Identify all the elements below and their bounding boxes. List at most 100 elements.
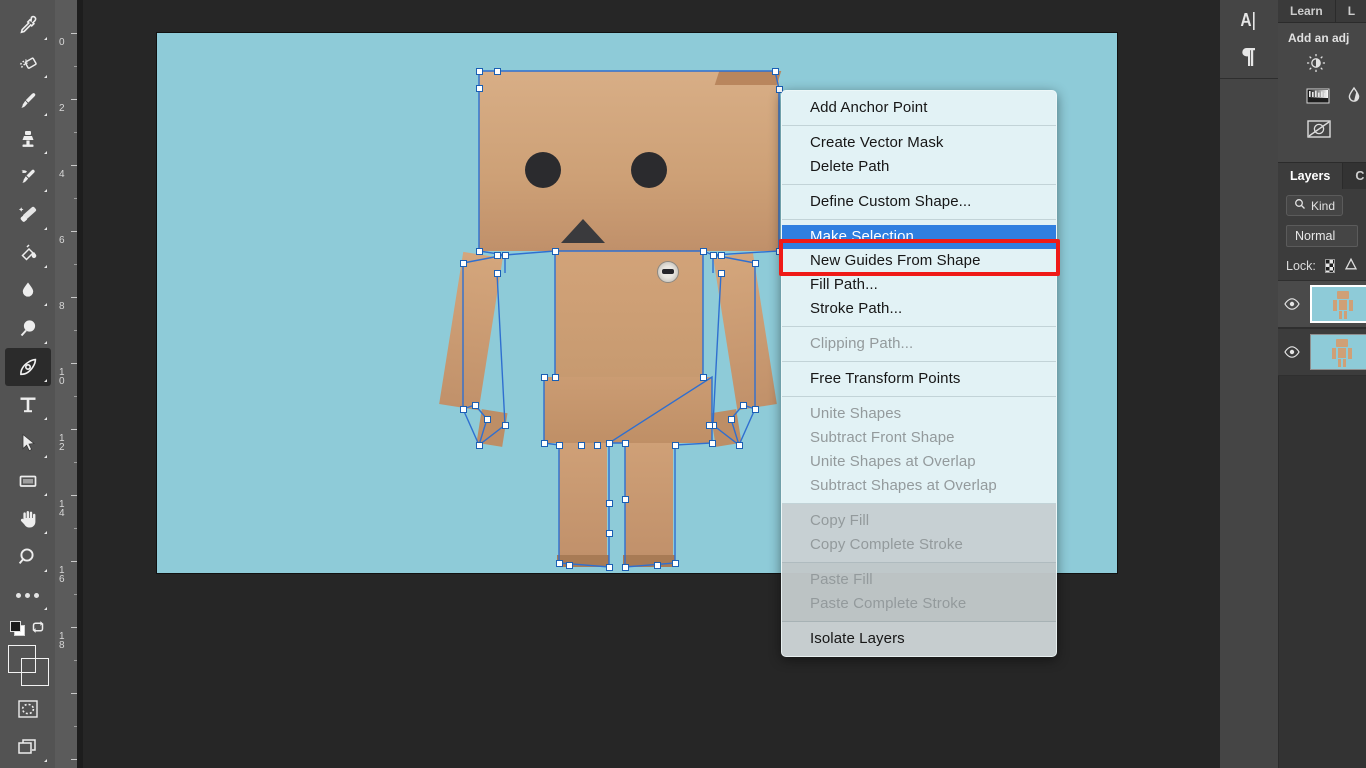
dodge-tool[interactable] [5,310,51,348]
path-anchor-point[interactable] [672,442,679,449]
blur-tool[interactable] [5,272,51,310]
path-anchor-point[interactable] [556,560,563,567]
menu-item-isolate-layers[interactable]: Isolate Layers [782,627,1056,651]
path-anchor-point[interactable] [606,530,613,537]
path-anchor-point[interactable] [566,562,573,569]
path-anchor-point[interactable] [552,248,559,255]
paragraph-panel-icon[interactable] [1234,44,1264,70]
layer-list[interactable] [1278,280,1366,376]
path-anchor-point[interactable] [752,406,759,413]
path-anchor-point[interactable] [728,416,735,423]
path-anchor-point[interactable] [460,406,467,413]
path-anchor-point[interactable] [654,562,661,569]
path-anchor-point[interactable] [578,442,585,449]
tab-channels[interactable]: C [1343,163,1366,189]
path-anchor-point[interactable] [476,442,483,449]
path-anchor-point[interactable] [709,440,716,447]
layers-panel: Layers C Kind Normal [1278,163,1366,376]
layer-visibility-eye-icon[interactable] [1284,298,1300,310]
lock-image-pixels-icon[interactable] [1344,257,1358,274]
path-anchor-point[interactable] [606,564,613,571]
path-anchor-point[interactable] [484,416,491,423]
layer-kind-filter[interactable]: Kind [1286,195,1343,216]
layer-thumbnail[interactable] [1310,334,1366,370]
path-anchor-point[interactable] [594,442,601,449]
path-anchor-point[interactable] [622,496,629,503]
rectangle-tool[interactable] [5,462,51,500]
menu-item-unite-shapes-at-overlap: Unite Shapes at Overlap [782,450,1056,474]
eyedropper-tool[interactable] [5,6,51,44]
path-anchor-point[interactable] [606,500,613,507]
zoom-tool[interactable] [5,538,51,576]
menu-item-create-vector-mask[interactable]: Create Vector Mask [782,131,1056,155]
path-anchor-point[interactable] [700,374,707,381]
path-anchor-point[interactable] [494,270,501,277]
path-context-menu[interactable]: Add Anchor Point Create Vector MaskDelete… [781,90,1057,657]
brush-tool[interactable] [5,82,51,120]
path-selection-tool[interactable] [5,424,51,462]
lock-transparent-pixels-icon[interactable] [1325,259,1335,273]
path-anchor-point[interactable] [541,440,548,447]
screen-mode-button[interactable] [5,728,51,766]
menu-item-delete-path[interactable]: Delete Path [782,155,1056,179]
levels-icon[interactable] [1306,87,1330,110]
type-tool[interactable] [5,386,51,424]
path-anchor-point[interactable] [718,252,725,259]
path-anchor-point[interactable] [736,442,743,449]
path-anchor-point[interactable] [740,402,747,409]
path-anchor-point[interactable] [710,252,717,259]
layer-visibility-eye-icon[interactable] [1284,346,1300,358]
path-anchor-point[interactable] [494,68,501,75]
path-anchor-point[interactable] [718,270,725,277]
history-brush-tool[interactable] [5,158,51,196]
path-anchor-point[interactable] [476,85,483,92]
menu-item-define-custom-shape[interactable]: Define Custom Shape... [782,190,1056,214]
path-anchor-point[interactable] [700,248,707,255]
path-anchor-point[interactable] [556,442,563,449]
table-row[interactable] [1278,328,1366,376]
menu-item-free-transform-points[interactable]: Free Transform Points [782,367,1056,391]
tab-libraries[interactable]: L [1336,0,1366,22]
menu-item-copy-fill: Copy Fill [782,509,1056,533]
blend-mode-select[interactable]: Normal [1286,225,1358,247]
path-anchor-point[interactable] [460,260,467,267]
curves-icon[interactable] [1344,86,1364,111]
edit-toolbar-button[interactable] [5,576,51,614]
path-anchor-point[interactable] [606,440,613,447]
tab-learn[interactable]: Learn [1278,0,1336,22]
path-anchor-point[interactable] [502,422,509,429]
foreground-color-swatch[interactable] [8,645,36,673]
pen-tool[interactable] [5,348,51,386]
table-row[interactable] [1278,280,1366,328]
tab-layers[interactable]: Layers [1278,163,1343,189]
path-anchor-point[interactable] [472,402,479,409]
hand-tool[interactable] [5,500,51,538]
path-anchor-point[interactable] [622,564,629,571]
character-panel-icon[interactable] [1234,8,1264,34]
path-anchor-point[interactable] [672,560,679,567]
brightness-contrast-icon[interactable] [1306,53,1326,78]
path-anchor-point[interactable] [541,374,548,381]
path-anchor-point[interactable] [772,68,779,75]
path-anchor-point[interactable] [476,68,483,75]
path-anchor-point[interactable] [476,248,483,255]
path-anchor-point[interactable] [752,260,759,267]
path-anchor-point[interactable] [706,422,713,429]
menu-item-fill-path[interactable]: Fill Path... [782,273,1056,297]
menu-group: Clipping Path... [782,327,1056,362]
path-anchor-point[interactable] [494,252,501,259]
path-anchor-point[interactable] [502,252,509,259]
patch-tool[interactable] [5,44,51,82]
exposure-icon[interactable] [1306,119,1332,144]
default-colors-icon[interactable] [10,621,26,637]
path-anchor-point[interactable] [622,440,629,447]
path-anchor-point[interactable] [552,374,559,381]
menu-item-stroke-path[interactable]: Stroke Path... [782,297,1056,321]
layer-thumbnail[interactable] [1310,285,1366,323]
clone-stamp-tool[interactable] [5,120,51,158]
quick-mask-button[interactable] [5,690,51,728]
gradient-tool[interactable] [5,234,51,272]
swap-colors-icon[interactable] [30,619,46,640]
eraser-tool[interactable] [5,196,51,234]
menu-item-add-anchor-point[interactable]: Add Anchor Point [782,96,1056,120]
